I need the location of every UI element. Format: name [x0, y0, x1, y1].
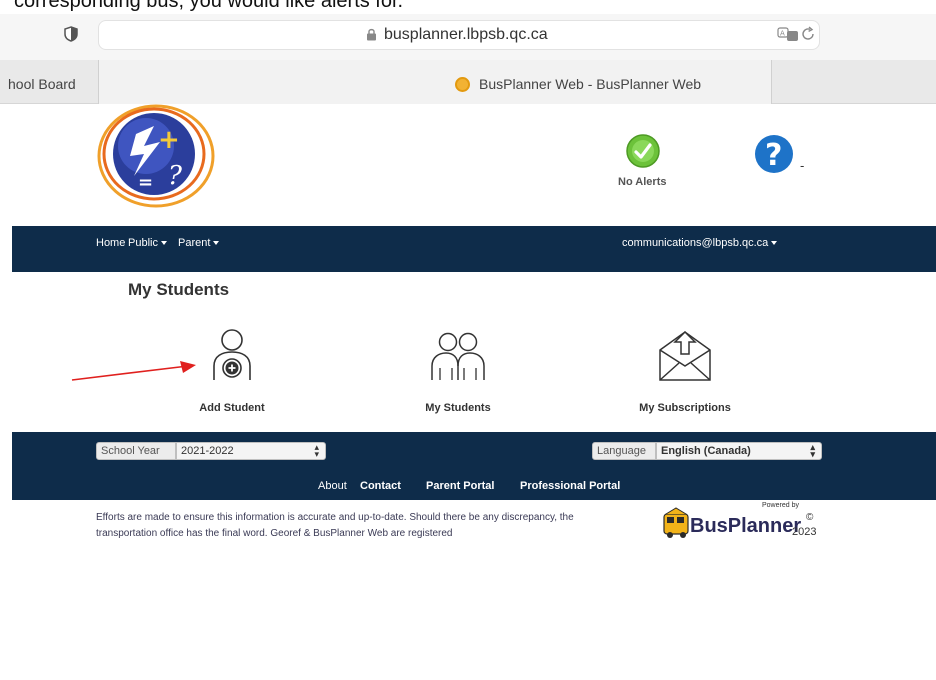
my-subscriptions-label: My Subscriptions [639, 402, 731, 414]
language-label: Language [592, 442, 656, 460]
main-navbar [12, 226, 936, 272]
subscriptions-envelope-icon [659, 330, 711, 381]
chevron-down-icon [160, 241, 167, 246]
copyright-year: 2023 [792, 526, 817, 538]
school-year-label: School Year [96, 442, 176, 460]
busplanner-favicon-icon [455, 77, 470, 92]
tab-school-board[interactable]: hool Board [0, 60, 98, 104]
reload-icon[interactable] [800, 26, 816, 42]
add-student-icon [213, 329, 251, 380]
nav-home[interactable]: Home [96, 237, 125, 249]
chevron-down-icon [213, 241, 220, 246]
url-text[interactable]: busplanner.lbpsb.qc.ca [384, 26, 548, 44]
help-icon[interactable]: ? [754, 134, 794, 174]
lock-icon [367, 28, 376, 41]
my-students-button[interactable]: My Students [398, 326, 518, 420]
document-caption: corresponding bus, you would like alerts… [14, 0, 404, 12]
school-year-value: 2021-2022 [181, 445, 234, 457]
nav-parent[interactable]: Parent [178, 237, 220, 249]
tab-busplanner[interactable]: BusPlanner Web - BusPlanner Web [98, 60, 772, 104]
nav-public[interactable]: Public [128, 237, 167, 249]
my-students-label: My Students [425, 402, 491, 414]
school-logo-icon[interactable]: + = ? [96, 104, 216, 208]
add-student-label: Add Student [199, 402, 265, 414]
disclaimer-text: Efforts are made to ensure this informat… [96, 512, 574, 539]
svg-text:=: = [138, 172, 153, 193]
footer-link-contact[interactable]: Contact [360, 480, 401, 492]
language-value: English (Canada) [661, 445, 751, 457]
my-subscriptions-button[interactable]: My Subscriptions [620, 326, 750, 420]
footer-link-parent-portal[interactable]: Parent Portal [426, 480, 494, 492]
annotation-arrow-icon [71, 361, 196, 381]
copyright-sign: © [806, 512, 814, 523]
page-title: My Students [128, 280, 230, 299]
tab-label: BusPlanner Web - BusPlanner Web [479, 76, 702, 92]
powered-by-label: Powered by [762, 502, 799, 509]
tab-label: hool Board [8, 76, 76, 92]
language-select[interactable]: English (Canada) ▴ ▾ [656, 442, 822, 460]
nav-public-label: Public [128, 237, 158, 249]
footer-link-professional-portal[interactable]: Professional Portal [520, 480, 620, 492]
alerts-check-icon[interactable] [626, 134, 660, 168]
chevron-down-icon [771, 241, 778, 246]
translate-icon[interactable]: A [777, 26, 799, 42]
nav-parent-label: Parent [178, 237, 211, 249]
shield-icon[interactable] [64, 26, 78, 42]
svg-text:A: A [780, 30, 785, 38]
nav-account-label: communications@lbpsb.qc.ca [622, 237, 769, 249]
svg-text:?: ? [765, 138, 782, 173]
help-menu-caret[interactable]: - [800, 158, 804, 173]
browser-tab-row: hool Board BusPlanner Web - BusPlanner W… [0, 60, 936, 104]
select-arrows-icon: ▴ ▾ [810, 442, 815, 459]
students-icon [431, 332, 485, 380]
nav-home-label: Home [96, 237, 126, 249]
svg-text:+: + [158, 125, 180, 155]
alerts-status: No Alerts [618, 176, 667, 188]
nav-account[interactable]: communications@lbpsb.qc.ca [622, 237, 778, 249]
busplanner-brand-text: BusPlanner [690, 515, 801, 537]
svg-text:?: ? [168, 161, 183, 191]
footer-link-about[interactable]: About [318, 480, 347, 492]
select-arrows-icon: ▴ ▾ [314, 442, 319, 459]
school-year-select[interactable]: 2021-2022 ▴ ▾ [176, 442, 326, 460]
